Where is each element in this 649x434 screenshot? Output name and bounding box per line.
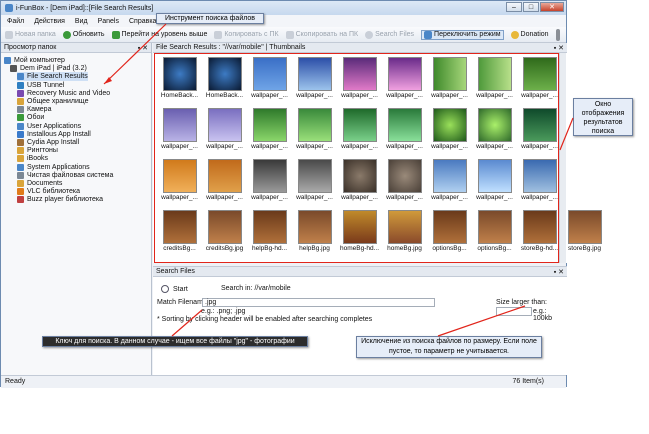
arrow-search-key (171, 309, 203, 337)
arrow-search-tool (103, 23, 167, 85)
annotation-arrows (103, 23, 574, 337)
arrow-results-window (559, 117, 574, 151)
arrow-size-exclude (437, 305, 526, 337)
